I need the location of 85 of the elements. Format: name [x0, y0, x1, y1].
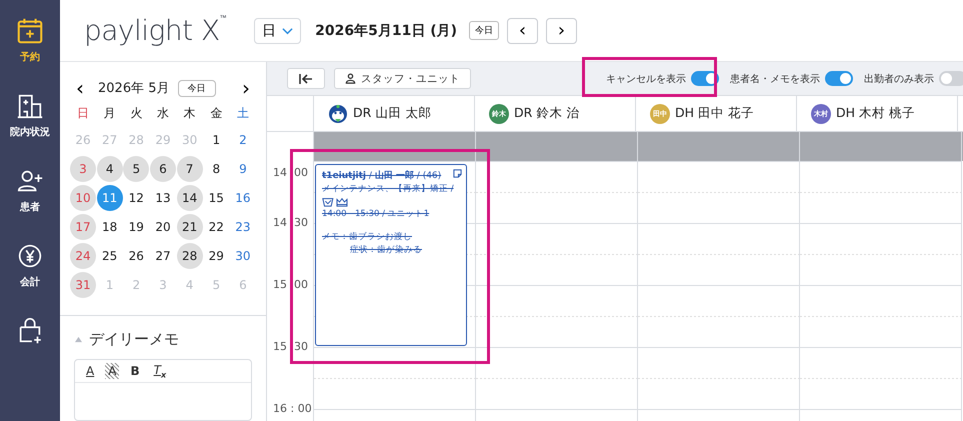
toggle-label: キャンセルを表示: [606, 72, 686, 86]
staff-name: DH 木村 桃子: [836, 105, 915, 122]
text-color-button[interactable]: A: [83, 363, 98, 380]
collapse-left-icon: [298, 72, 314, 84]
memo-text: メモ：歯ブラシお渡し: [322, 231, 413, 244]
nav-item[interactable]: 患者: [15, 166, 45, 214]
calendar-day[interactable]: 8: [203, 156, 230, 182]
calendar-day[interactable]: 13: [150, 185, 176, 211]
calendar-day[interactable]: 16: [230, 185, 256, 211]
staff-name: DR 鈴木 治: [514, 105, 580, 122]
nav-item[interactable]: 予約: [15, 16, 45, 64]
nav-item[interactable]: 会計: [15, 241, 45, 289]
weekday-label: 日: [76, 105, 90, 122]
calendar-day[interactable]: 5: [123, 156, 150, 182]
calendar-day[interactable]: 19: [123, 214, 150, 240]
calendar-day[interactable]: 29: [203, 243, 230, 269]
calendar-day[interactable]: 22: [203, 214, 230, 240]
clear-format-button[interactable]: T$_{x}$: [150, 363, 170, 380]
hour-label: 15: [273, 278, 287, 291]
symptom-text: 症状：歯が染みる: [349, 244, 423, 257]
calendar-day[interactable]: 25: [96, 243, 123, 269]
weekday-label: 土: [236, 105, 250, 122]
today-button[interactable]: 今日: [178, 80, 216, 96]
minute-label: 30: [294, 216, 308, 229]
staff-unit-button[interactable]: スタッフ・ユニット: [334, 68, 471, 89]
calendar-day[interactable]: 20: [150, 214, 176, 240]
calendar-day[interactable]: 14: [176, 185, 203, 211]
minute-label: 00: [294, 278, 308, 291]
today-button[interactable]: 今日: [469, 21, 500, 40]
highlight-button[interactable]: A: [105, 363, 120, 380]
calendar-day[interactable]: 28: [176, 243, 203, 269]
calendar-day[interactable]: 1: [203, 127, 230, 153]
weekday-label: 火: [129, 105, 144, 122]
previous-button[interactable]: ‹: [507, 18, 538, 44]
calendar-day[interactable]: 12: [123, 185, 150, 211]
staff-name: DH 田中 花子: [675, 105, 754, 122]
calendar-day[interactable]: 2: [230, 127, 256, 153]
calendar-day[interactable]: 4: [96, 156, 123, 182]
calendar-day[interactable]: 9: [230, 156, 256, 182]
hour-label: 14: [273, 216, 287, 229]
memo-editor[interactable]: A A B T$_{x}$: [74, 359, 252, 421]
time-label: 16 : 00: [273, 402, 312, 415]
section-title: デイリーメモ: [89, 330, 179, 349]
nav-item[interactable]: 院内状況: [10, 91, 50, 139]
calendar-icon: [15, 16, 45, 46]
person-icon: [345, 73, 356, 84]
calendar-day[interactable]: 30: [230, 243, 256, 269]
hour-label: 14: [273, 166, 287, 179]
calendar-day[interactable]: 7: [176, 156, 203, 182]
minute-label: 30: [294, 340, 308, 353]
appointment-card[interactable]: t1eiutjitj / 山田 一郎 / (46) メインテナンス、【再来】矯正 / 14:00 - 15:30 / ユニット1 メモ：歯ブラシお渡し 症状：歯が染みる: [315, 164, 467, 346]
treatment-text: メインテナンス、【再来】矯正 /: [322, 183, 455, 196]
logo: paylight X$^{™}$: [84, 14, 226, 47]
appointment-time: 14:00 - 15:30 / ユニット1: [322, 208, 430, 221]
note-icon: [453, 169, 462, 178]
calendar-day[interactable]: 23: [230, 214, 256, 240]
weekday-label: 金: [209, 105, 224, 122]
month-title: 2026年 5月: [98, 80, 170, 97]
next-month-button[interactable]: ›: [236, 78, 256, 98]
view-dropdown[interactable]: 日: [254, 18, 302, 44]
chevron-down-icon: [282, 26, 294, 34]
toggle-switch[interactable]: [939, 71, 963, 86]
hour-label: 15: [273, 340, 287, 353]
weekday-label: 水: [156, 105, 170, 122]
next-button[interactable]: ›: [546, 18, 578, 44]
calendar-day[interactable]: 27: [150, 243, 176, 269]
calendar-day[interactable]: 6: [150, 156, 176, 182]
calendar-day[interactable]: 26: [123, 243, 150, 269]
minute-label: 00: [294, 166, 308, 179]
calendar-day[interactable]: 21: [176, 214, 203, 240]
collapse-button[interactable]: [287, 68, 325, 89]
calendar-day[interactable]: 15: [203, 185, 230, 211]
calendar-day[interactable]: 18: [96, 214, 123, 240]
toggle-switch[interactable]: [825, 71, 853, 86]
previous-month-button[interactable]: ‹: [70, 78, 90, 98]
current-date: 2026年5月11日 (月): [315, 22, 458, 40]
bold-button[interactable]: B: [127, 363, 143, 380]
weekday-label: 木: [182, 105, 197, 122]
weekday-label: 月: [102, 105, 117, 122]
collapse-arrow-icon[interactable]: [74, 336, 83, 343]
toggle-label: 出勤者のみ表示: [864, 72, 934, 86]
mascot-avatar-icon: [328, 104, 348, 124]
toggle-label: 患者名・メモを表示: [730, 72, 820, 86]
staff-name: DR 山田 太郎: [353, 105, 432, 122]
appointment-title: t1eiutjitj / 山田 一郎 / (46): [322, 170, 442, 183]
